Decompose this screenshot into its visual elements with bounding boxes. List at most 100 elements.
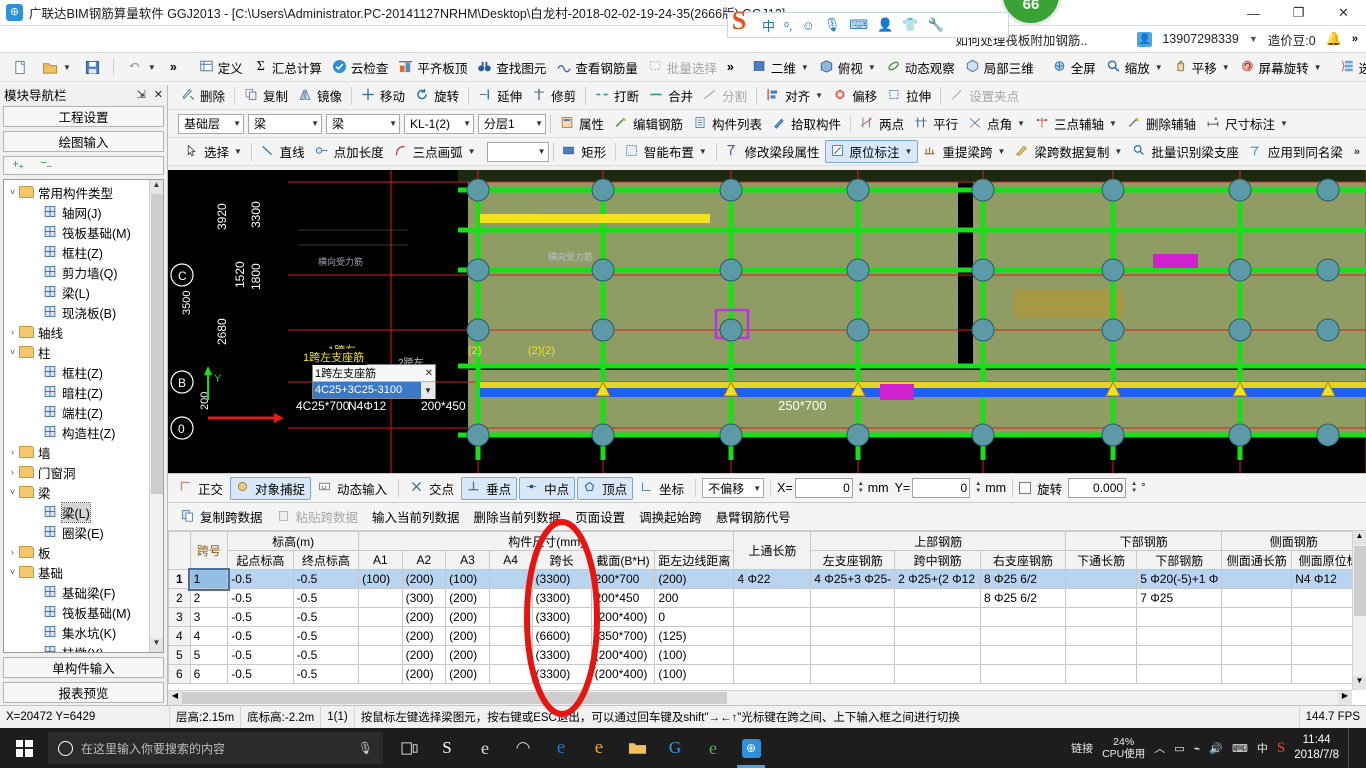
app-icon-green-browser[interactable]: e bbox=[695, 728, 731, 768]
table-cell[interactable] bbox=[488, 588, 533, 608]
battery-icon[interactable]: ▭ bbox=[1174, 742, 1184, 755]
table-cell[interactable] bbox=[733, 626, 812, 646]
component-item-edit-rebar[interactable]: 编辑钢筋 bbox=[609, 112, 688, 135]
table-cell[interactable]: -0.5 bbox=[292, 569, 360, 589]
component-item-three-point-axis[interactable]: 三点辅轴 ▼ bbox=[1030, 112, 1122, 135]
component-item-delete-axis[interactable]: 删除辅轴 bbox=[1122, 112, 1201, 135]
tree-item[interactable]: ˅ 柱 bbox=[6, 342, 163, 362]
column-group-elevation[interactable]: 标高(m) bbox=[227, 531, 360, 551]
tray-expand-icon[interactable]: ︿ bbox=[1154, 740, 1165, 756]
table-cell[interactable] bbox=[1136, 645, 1223, 665]
table-cell[interactable]: 200 bbox=[654, 588, 735, 608]
save-file-button[interactable] bbox=[80, 56, 105, 79]
app-icon-ggj2013[interactable]: ⊕ bbox=[733, 728, 769, 768]
table-cell[interactable] bbox=[980, 607, 1067, 627]
tree-item[interactable]: 筏板基础(M) bbox=[6, 222, 163, 242]
grid-item-cantilever-code[interactable]: 悬臂钢筋代号 bbox=[711, 505, 796, 528]
popup-value[interactable]: 4C25+3C25-3100 bbox=[313, 384, 421, 396]
grid-scroll-up-icon[interactable]: ▲ bbox=[1353, 531, 1366, 545]
column-header-9[interactable]: 左支座钢筋 bbox=[810, 550, 896, 570]
chevron-down-icon[interactable]: ˅ bbox=[6, 187, 19, 197]
component-item-pick[interactable]: 拾取构件 bbox=[767, 112, 846, 135]
ime-toolbar[interactable]: 中 ᵒ, ☺ 🎙 ⌨ 👤 👕 🔧 bbox=[727, 12, 1009, 38]
column-header-10[interactable]: 跨中钢筋 bbox=[894, 550, 982, 570]
type-select[interactable]: 梁 ▼ bbox=[326, 113, 400, 134]
ime-skin-icon[interactable]: 👕 bbox=[902, 17, 918, 33]
pin-icon[interactable]: ⇲ bbox=[137, 88, 146, 101]
ime-emoji-icon[interactable]: ☺ bbox=[802, 18, 815, 33]
show-desktop-button[interactable] bbox=[1348, 728, 1358, 768]
column-header-7[interactable]: 截面(B*H) bbox=[590, 550, 656, 570]
close-button[interactable]: ✕ bbox=[1321, 0, 1366, 26]
table-cell[interactable] bbox=[1065, 664, 1138, 684]
table-cell[interactable] bbox=[358, 645, 403, 665]
rotate-input[interactable]: 0.000 bbox=[1068, 478, 1127, 498]
edit-item-align[interactable]: 对齐 ▼ bbox=[761, 84, 828, 107]
rotate-spinner[interactable]: ▲ ▼ bbox=[1129, 481, 1139, 495]
table-row[interactable]: 2 2 -0.5 -0.5 (300) (200) (3300) 200*450 200 8 Φ2… bbox=[168, 588, 1366, 608]
toolbar-item-define[interactable]: 定义 bbox=[194, 56, 248, 79]
ime-keyboard-icon[interactable]: ⌨ bbox=[849, 17, 868, 33]
cell-span-no[interactable]: 1 bbox=[188, 567, 230, 591]
undo-button[interactable]: ▼ bbox=[122, 56, 161, 79]
table-cell[interactable] bbox=[1221, 645, 1293, 665]
column-header-span-no[interactable]: 跨号 bbox=[189, 531, 229, 570]
tray-link-label[interactable]: 链接 bbox=[1071, 740, 1093, 756]
popup-dropdown-icon[interactable]: ▼ bbox=[421, 381, 435, 399]
draw-item-copy-span-data[interactable]: 梁跨数据复制 ▼ bbox=[1010, 140, 1127, 163]
table-cell[interactable] bbox=[488, 607, 533, 627]
column-group-bottom-rebar[interactable]: 下部钢筋 bbox=[1065, 531, 1223, 551]
draw-item-smart-layout[interactable]: 智能布置 ▼ bbox=[620, 140, 712, 163]
sogou-logo-icon[interactable]: S bbox=[724, 6, 754, 36]
tree-scroll-thumb[interactable] bbox=[151, 194, 163, 494]
rotate-checkbox[interactable] bbox=[1019, 482, 1032, 494]
table-cell[interactable]: (200) bbox=[654, 569, 735, 589]
column-header-2[interactable]: A1 bbox=[358, 550, 403, 570]
grid-item-input-current-col[interactable]: 输入当前列数据 bbox=[367, 505, 465, 528]
table-cell[interactable]: (200*400) bbox=[590, 664, 656, 684]
drawing-svg[interactable]: C B 0 3920 3300 1800 1520 2680 3500 200 … bbox=[168, 170, 1366, 473]
table-cell[interactable]: 8 Φ25 6/2 bbox=[980, 588, 1067, 608]
column-group-dimensions[interactable]: 构件尺寸(mm) bbox=[358, 531, 735, 551]
app-icon-glodon-cloud[interactable]: G bbox=[657, 728, 693, 768]
column-header-13[interactable]: 下部钢筋 bbox=[1136, 550, 1223, 570]
table-cell[interactable]: (3300) bbox=[531, 664, 592, 684]
row-number[interactable]: 5 bbox=[168, 645, 191, 665]
chevron-right-icon[interactable]: › bbox=[6, 327, 19, 337]
app-icon-edge[interactable]: e bbox=[543, 728, 579, 768]
component-item-point-angle[interactable]: 点角 ▼ bbox=[963, 112, 1030, 135]
toolbar-item-fullscreen[interactable]: 全屏 bbox=[1047, 56, 1101, 79]
table-cell[interactable] bbox=[1221, 569, 1293, 589]
table-cell[interactable]: (200*400) bbox=[590, 645, 656, 665]
table-cell[interactable] bbox=[358, 626, 403, 646]
column-header-12[interactable]: 下通长筋 bbox=[1065, 550, 1138, 570]
app-icon-file-explorer[interactable] bbox=[619, 728, 655, 768]
table-cell[interactable]: 0 bbox=[654, 607, 735, 627]
column-group-top-rebar[interactable]: 上部钢筋 bbox=[810, 531, 1067, 551]
table-cell[interactable] bbox=[894, 645, 982, 665]
ime-voice-icon[interactable]: 🎙 bbox=[824, 17, 841, 33]
table-cell[interactable]: -0.5 bbox=[292, 588, 360, 608]
edit-item-offset[interactable]: 偏移 bbox=[828, 84, 882, 107]
grid-item-copy-span-data[interactable]: 复制跨数据 bbox=[176, 505, 268, 528]
toolbar-item-local-3d[interactable]: 局部三维 bbox=[960, 56, 1039, 79]
table-cell[interactable] bbox=[488, 664, 533, 684]
toolbar-item-align-slab-top[interactable]: 平齐板顶 bbox=[393, 56, 472, 79]
component-item-dimension[interactable]: 尺寸标注 ▼ bbox=[1201, 112, 1293, 135]
draw-item-point-length[interactable]: 点加长度 bbox=[310, 140, 389, 163]
table-cell[interactable] bbox=[1221, 664, 1293, 684]
wifi-icon[interactable]: ⌁ bbox=[1194, 742, 1201, 755]
table-cell[interactable]: (125) bbox=[654, 626, 735, 646]
toolbar-item-cloud-check[interactable]: 云检查 bbox=[327, 56, 394, 79]
tree-item[interactable]: 基础梁(F) bbox=[6, 582, 163, 602]
tree-item[interactable]: 框柱(Z) bbox=[6, 242, 163, 262]
table-cell[interactable]: -0.5 bbox=[227, 664, 294, 684]
tree-scroll-down-icon[interactable]: ▼ bbox=[150, 638, 163, 652]
ime-mode-icon[interactable]: 中 bbox=[762, 16, 775, 35]
bell-icon[interactable]: 🔔 bbox=[1326, 31, 1342, 47]
table-cell[interactable]: (3300) bbox=[531, 645, 592, 665]
grid-vertical-scrollbar[interactable]: ▲ ▼ bbox=[1352, 531, 1366, 690]
tree-scroll-up-icon[interactable]: ▲ bbox=[150, 180, 163, 194]
chevron-right-icon[interactable]: › bbox=[6, 547, 19, 557]
column-header-1[interactable]: 终点标高 bbox=[292, 550, 360, 570]
